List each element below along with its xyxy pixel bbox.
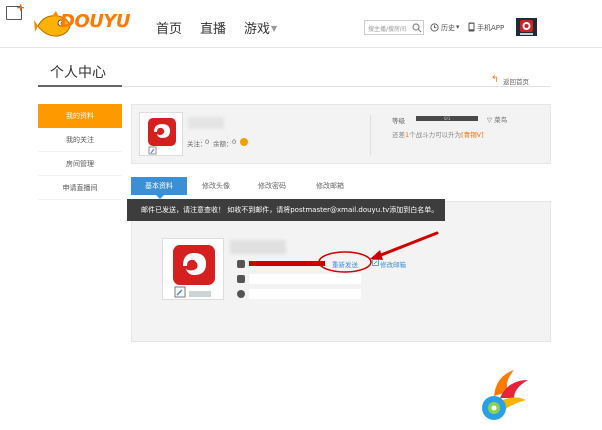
chevron-down-icon[interactable]: ▼ (271, 24, 277, 33)
edit-email-link[interactable]: 修改邮箱 (380, 259, 406, 269)
phone-icon (468, 22, 475, 32)
basic-info-form: 重新发送 修改邮箱 (131, 201, 551, 342)
tab-edit-password[interactable]: 修改密码 (247, 177, 297, 195)
qq-field[interactable] (249, 289, 361, 299)
tab-basic-info[interactable]: 基本资料 (131, 177, 187, 199)
sidebar-item-my-follows[interactable]: 我的关注 (38, 128, 122, 152)
douyu-avatar-icon (148, 118, 176, 155)
mobile-app-link[interactable]: 手机APP (477, 23, 504, 33)
history-dropdown-icon[interactable]: ▾ (456, 23, 460, 31)
form-username-blurred (230, 240, 286, 254)
edit-icon[interactable] (372, 259, 379, 266)
logo-text: DOUYU (60, 11, 131, 32)
email-icon (237, 260, 245, 268)
sidebar: 我的资料 我的关注 房间管理 申请直播间 (38, 104, 122, 200)
clock-icon (430, 23, 439, 32)
level-label: 等级 (392, 117, 405, 125)
level-hint: 还差1个战斗力可以升为[青铜V] (392, 129, 484, 139)
coin-icon (240, 138, 248, 146)
level-hint-prefix: 还差 (392, 131, 405, 139)
balance-label: 余额： (213, 140, 233, 148)
title-underline (38, 85, 122, 87)
tab-edit-email[interactable]: 修改邮箱 (305, 177, 355, 195)
search-input[interactable]: 搜主播/搜房间 (368, 24, 406, 33)
profile-card: 关注： 0 余额： 0 等级 0/1 ▽ 菜鸟 还差1个战斗力可以升为[青铜V] (131, 104, 551, 164)
level-progress-text: 0/1 (444, 116, 451, 121)
search-icon[interactable] (412, 23, 422, 33)
plus-icon: + (16, 1, 26, 14)
email-value-redacted (249, 261, 325, 266)
nav-home[interactable]: 首页 (156, 18, 182, 37)
resend-email-link[interactable]: 重新发送 (332, 259, 358, 269)
level-hint-next-rank: [青铜V] (461, 131, 484, 139)
level-hint-suffix: 个战斗力可以升为 (409, 131, 462, 139)
balance-value: 0 (232, 138, 237, 146)
user-avatar[interactable] (516, 18, 537, 36)
profile-tabs: 基本资料 修改头像 修改密码 修改邮箱 (131, 177, 551, 199)
back-arrow-icon[interactable]: ↰ (491, 75, 499, 85)
form-avatar (162, 238, 224, 300)
watermark-logo (482, 370, 528, 420)
sidebar-item-apply-room[interactable]: 申请直播间 (38, 176, 122, 200)
main-content: 关注： 0 余额： 0 等级 0/1 ▽ 菜鸟 还差1个战斗力可以升为[青铜V]… (131, 104, 551, 342)
follow-count: 0 (205, 138, 210, 146)
profile-avatar[interactable] (139, 112, 183, 156)
back-home-link[interactable]: 返回首页 (503, 76, 529, 86)
qq-icon (237, 290, 245, 298)
level-rank: ▽ 菜鸟 (487, 116, 508, 124)
phone-field-icon (237, 275, 245, 283)
email-sent-notice: 邮件已发送，请注意查收！ 如收不到邮件，请将postmaster@xmail.d… (127, 199, 445, 221)
nav-live[interactable]: 直播 (200, 18, 226, 37)
sidebar-item-my-profile[interactable]: 我的资料 (38, 104, 122, 128)
page-title: 个人中心 (50, 65, 106, 81)
nav-games[interactable]: 游戏 (244, 18, 270, 37)
douyu-avatar-icon (520, 20, 533, 35)
follow-label: 关注： (187, 140, 207, 148)
history-link[interactable]: 历史 (441, 23, 455, 33)
top-header: + DOUYU 首页 直播 游戏 ▼ 搜主播/搜房间 历史 ▾ 手机APP (0, 0, 602, 48)
tab-edit-avatar[interactable]: 修改头像 (191, 177, 241, 195)
card-divider (370, 115, 371, 155)
sidebar-item-room-management[interactable]: 房间管理 (38, 152, 122, 176)
phone-field[interactable] (249, 274, 361, 284)
douyu-avatar-icon (173, 245, 215, 298)
username-blurred (188, 117, 224, 129)
